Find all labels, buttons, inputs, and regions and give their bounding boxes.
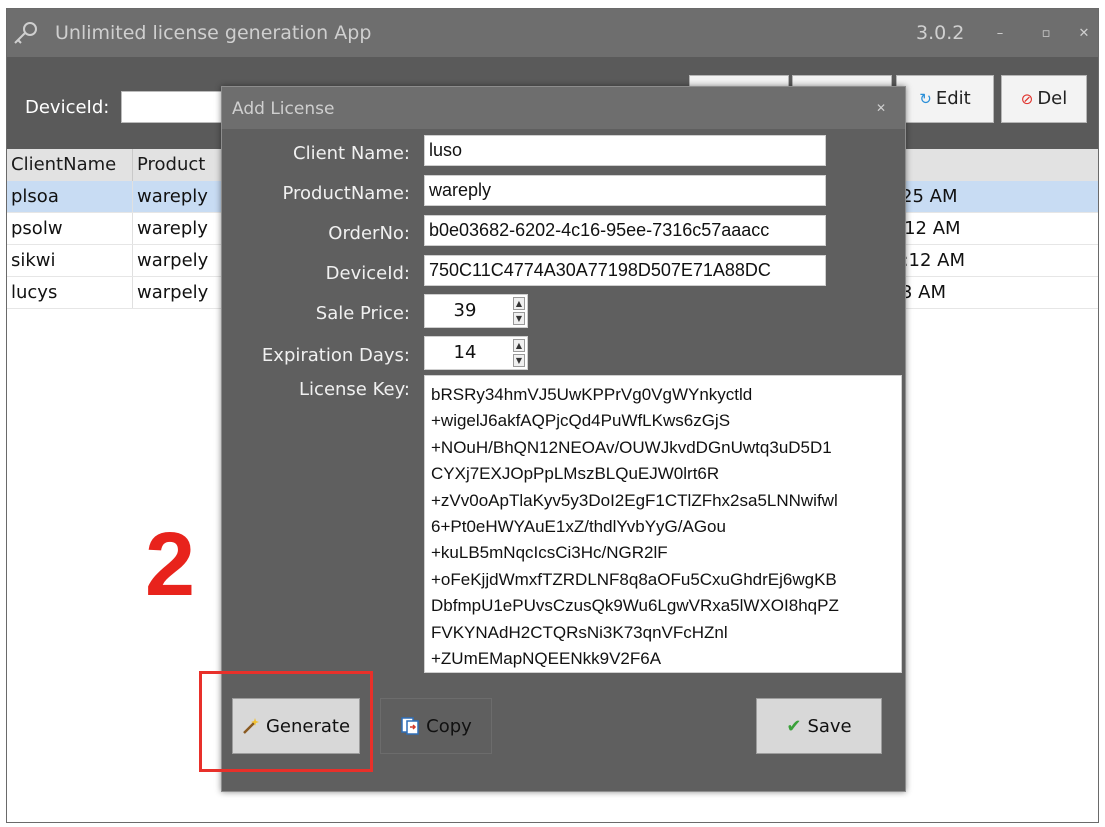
decrement-arrow-icon[interactable]: ▼ — [513, 312, 525, 325]
expiration-days-stepper[interactable]: 14 ▲ ▼ — [424, 336, 528, 370]
license-key-line: +wigelJ6akfAQPjcQd4PuWfLKws6zGjS — [431, 411, 731, 431]
order-no-input[interactable]: b0e03682-6202-4c16-95ee-7316c57aaacc — [424, 215, 826, 246]
title-bar: Unlimited license generation App 3.0.2 –… — [7, 9, 1098, 57]
version-label: 3.0.2 — [916, 22, 965, 44]
edit-button-label: Edit — [935, 88, 971, 109]
device-id-label: DeviceId: — [325, 263, 410, 284]
license-key-line: +kuLB5mNqcIcsCi3Hc/NGR2lF — [431, 543, 668, 563]
window-title: Unlimited license generation App — [55, 22, 372, 44]
license-key-line: CYXj7EXJOpPpLMszBLQuEJW0lrt6R — [431, 464, 720, 484]
license-key-line: 6+Pt0eHWYAuE1xZ/thdlYvbYyG/AGou — [431, 517, 726, 537]
client-name-input[interactable]: luso — [424, 135, 826, 166]
table-cell-client: sikwi — [7, 245, 133, 276]
table-cell-client: psolw — [7, 213, 133, 244]
copy-button-label: Copy — [426, 715, 472, 737]
delete-button[interactable]: ⊘ Del — [1001, 75, 1087, 123]
expiration-days-value[interactable]: 14 — [425, 337, 505, 369]
dialog-title: Add License — [232, 99, 335, 119]
dialog-title-bar: Add License ✕ — [222, 87, 905, 129]
save-button[interactable]: ✔ Save — [756, 698, 882, 754]
table-cell-client: lucys — [7, 277, 133, 308]
save-button-label: Save — [807, 715, 852, 737]
table-cell-client: plsoa — [7, 181, 133, 212]
table-cell-time: :12 AM — [898, 218, 961, 239]
dialog-close-button[interactable]: ✕ — [876, 101, 886, 115]
step-number-annotation: 2 — [145, 515, 196, 615]
table-cell-product: warpely — [133, 245, 223, 276]
deviceid-search-input[interactable] — [121, 91, 231, 123]
license-key-line: bRSRy34hmVJ5UwKPPrVg0VgWYnkyctld — [431, 385, 753, 404]
order-no-label: OrderNo: — [328, 223, 410, 244]
key-icon — [14, 22, 37, 44]
sale-price-label: Sale Price: — [315, 303, 410, 324]
product-name-label: ProductName: — [282, 183, 410, 204]
no-entry-icon: ⊘ — [1020, 90, 1034, 108]
table-cell-product: warpely — [133, 277, 223, 308]
maximize-button[interactable]: ▫ — [1037, 25, 1055, 43]
minimize-button[interactable]: – — [991, 25, 1009, 43]
client-name-label: Client Name: — [293, 143, 410, 164]
copy-button[interactable]: Copy — [380, 698, 492, 754]
sale-price-stepper[interactable]: 39 ▲ ▼ — [424, 294, 528, 328]
license-key-line: +ZUmEMapNQEENkk9V2F6A — [431, 649, 662, 669]
copy-icon — [401, 717, 419, 735]
deviceid-label: DeviceId: — [25, 97, 110, 118]
expiration-days-label: Expiration Days: — [261, 345, 410, 366]
app-window: Unlimited license generation App 3.0.2 –… — [6, 8, 1099, 823]
checkmark-icon: ✔ — [786, 715, 802, 737]
table-cell-product: wareply — [133, 213, 223, 244]
table-cell-product: wareply — [133, 181, 223, 212]
column-header-clientname[interactable]: ClientName — [7, 149, 133, 181]
delete-button-label: Del — [1037, 88, 1068, 109]
increment-arrow-icon[interactable]: ▲ — [513, 339, 525, 352]
table-cell-time: 3 AM — [901, 282, 947, 303]
refresh-icon: ↻ — [919, 90, 932, 108]
table-cell-time: 25 AM — [901, 186, 958, 207]
license-key-line: +NOuH/BhQN12NEOAv/OUWJkvdDGnUwtq3uD5D1 — [431, 437, 832, 457]
license-key-line: FVKYNAdH2CTQRsNi3K73qnVFcHZnl — [431, 622, 728, 642]
device-id-input[interactable]: 750C11C4774A30A77198D507E71A88DC — [424, 255, 826, 286]
product-name-input[interactable]: wareply — [424, 175, 826, 206]
column-header-product[interactable]: Product — [133, 149, 223, 181]
increment-arrow-icon[interactable]: ▲ — [513, 297, 525, 310]
decrement-arrow-icon[interactable]: ▼ — [513, 354, 525, 367]
license-key-line: +zVv0oApTlaKyv5y3DoI2EgF1CTlZFhx2sa5LNNw… — [431, 490, 838, 510]
license-key-textarea[interactable]: bRSRy34hmVJ5UwKPPrVg0VgWYnkyctld +wigelJ… — [424, 375, 902, 673]
license-key-line: DbfmpU1ePUvsCzusQk9Wu6LgwVRxa5lWXOI8hqPZ — [431, 596, 839, 616]
license-key-line: +oFeKjjdWmxfTZRDLNF8q8aOFu5CxuGhdrEj6wgK… — [431, 569, 837, 589]
highlight-box-annotation — [199, 671, 373, 772]
license-key-label: License Key: — [299, 379, 410, 400]
edit-button[interactable]: ↻ Edit — [896, 75, 994, 123]
sale-price-value[interactable]: 39 — [425, 295, 505, 327]
close-button[interactable]: ✕ — [1075, 25, 1093, 43]
